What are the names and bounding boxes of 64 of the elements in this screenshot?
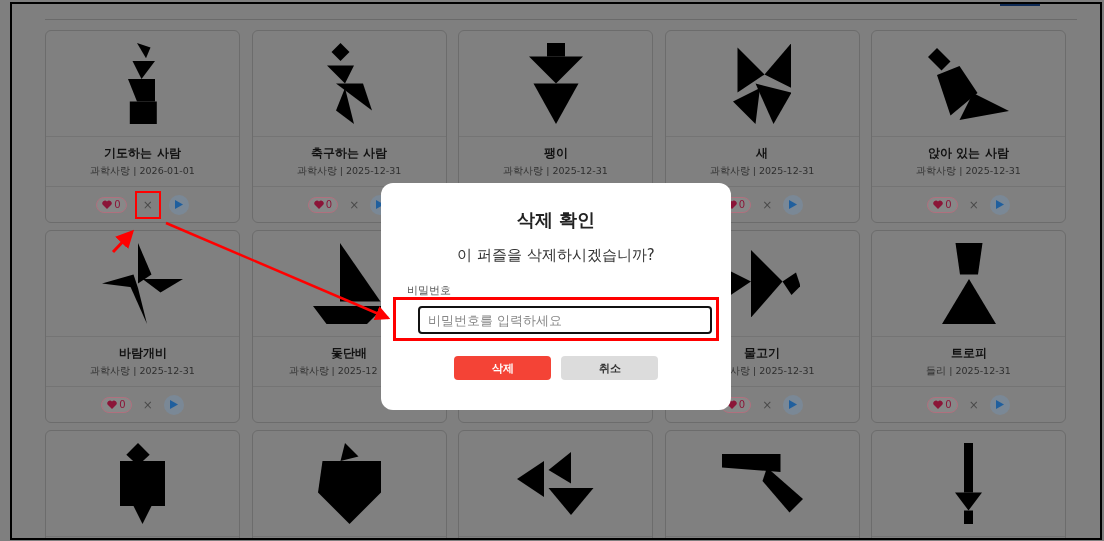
card-meta: 과학사랑 | 2025-12-31 [709, 165, 815, 178]
puzzle-card[interactable]: 트로피 들리 | 2025-12-31 0 × [871, 230, 1066, 423]
delete-button[interactable]: × [134, 190, 161, 219]
tangram-icon [317, 443, 381, 524]
card-title: 바람개비 [118, 345, 167, 362]
like-button[interactable]: 0 [101, 396, 132, 413]
play-icon [169, 400, 178, 409]
card-title: 물고기 [744, 345, 780, 362]
puzzle-card[interactable]: 기도하는 사람 과학사랑 | 2026-01-01 0 × [45, 30, 240, 223]
card-title: 앉아 있는 사람 [928, 145, 1009, 162]
delete-button[interactable]: × [346, 194, 363, 215]
delete-confirm-button[interactable]: 삭제 [454, 356, 551, 380]
like-button[interactable]: 0 [927, 196, 958, 213]
delete-button[interactable]: × [759, 194, 776, 215]
tangram-icon [517, 452, 594, 515]
like-button[interactable]: 0 [927, 396, 958, 413]
delete-button[interactable]: × [965, 194, 982, 215]
card-title: 기도하는 사람 [104, 145, 181, 162]
card-meta: 과학사랑 | 2025-12-31 [90, 365, 195, 378]
tangram-icon [955, 443, 982, 524]
card-title: 트로피 [950, 345, 987, 362]
heart-icon [933, 400, 944, 409]
tangram-icon [102, 243, 183, 324]
card-title: 돛단배 [331, 345, 367, 362]
annotation-arrow [111, 229, 135, 254]
tangram-icon [732, 43, 792, 124]
heart-icon [102, 200, 113, 209]
tangram-icon [941, 243, 996, 324]
puzzle-card[interactable]: 앉아 있는 사람 과학사랑 | 2025-12-31 0 × [871, 30, 1066, 223]
tangram-icon [721, 454, 803, 513]
tangram-icon [128, 43, 157, 124]
delete-button[interactable]: × [139, 394, 156, 415]
cancel-button[interactable]: 취소 [561, 356, 658, 380]
tangram-icon [326, 43, 372, 124]
card-title: 새 [756, 145, 768, 162]
heart-icon [933, 200, 944, 209]
play-icon [789, 400, 798, 409]
card-meta: 과학사랑 | 2025-12-31 [296, 165, 402, 178]
puzzle-card[interactable]: 바람개비 과학사랑 | 2025-12-31 0 × [45, 230, 240, 423]
tangram-icon [120, 443, 165, 524]
tangram-icon [928, 47, 1009, 120]
password-field[interactable]: 비밀번호를 입력하세요 [418, 306, 712, 334]
puzzle-card[interactable]: 새 과학사랑 | 2025-12-31 0 × [664, 30, 860, 223]
heart-icon [313, 200, 324, 209]
card-meta: 과학사랑 | 2026-01-01 [90, 165, 195, 178]
card-meta: 과학사랑 | 2025-12-31 [916, 165, 1021, 178]
play-icon [995, 400, 1004, 409]
card-meta: 사랑 | 2025-12-31 [730, 365, 816, 378]
puzzle-card[interactable]: 축구하는 사람 과학사랑 | 2025-12-31 0 × [251, 30, 447, 223]
card-meta: 과학사랑 | 2025-12 [287, 365, 378, 378]
like-button[interactable]: 0 [307, 196, 339, 213]
like-button[interactable]: 0 [96, 196, 127, 213]
play-icon [789, 200, 798, 209]
play-icon [174, 200, 183, 209]
dialog-message: 이 퍼즐을 삭제하시겠습니까? [457, 246, 655, 265]
heart-icon [107, 400, 118, 409]
play-icon [995, 200, 1004, 209]
card-meta: 과학사랑 | 2025-12-31 [503, 165, 608, 178]
card-title: 팽이 [543, 145, 568, 162]
delete-button[interactable]: × [965, 394, 982, 415]
card-meta: 들리 | 2025-12-31 [926, 365, 1011, 378]
tangram-icon [528, 43, 583, 124]
card-title: 축구하는 사람 [310, 145, 388, 162]
delete-button[interactable]: × [759, 394, 776, 415]
